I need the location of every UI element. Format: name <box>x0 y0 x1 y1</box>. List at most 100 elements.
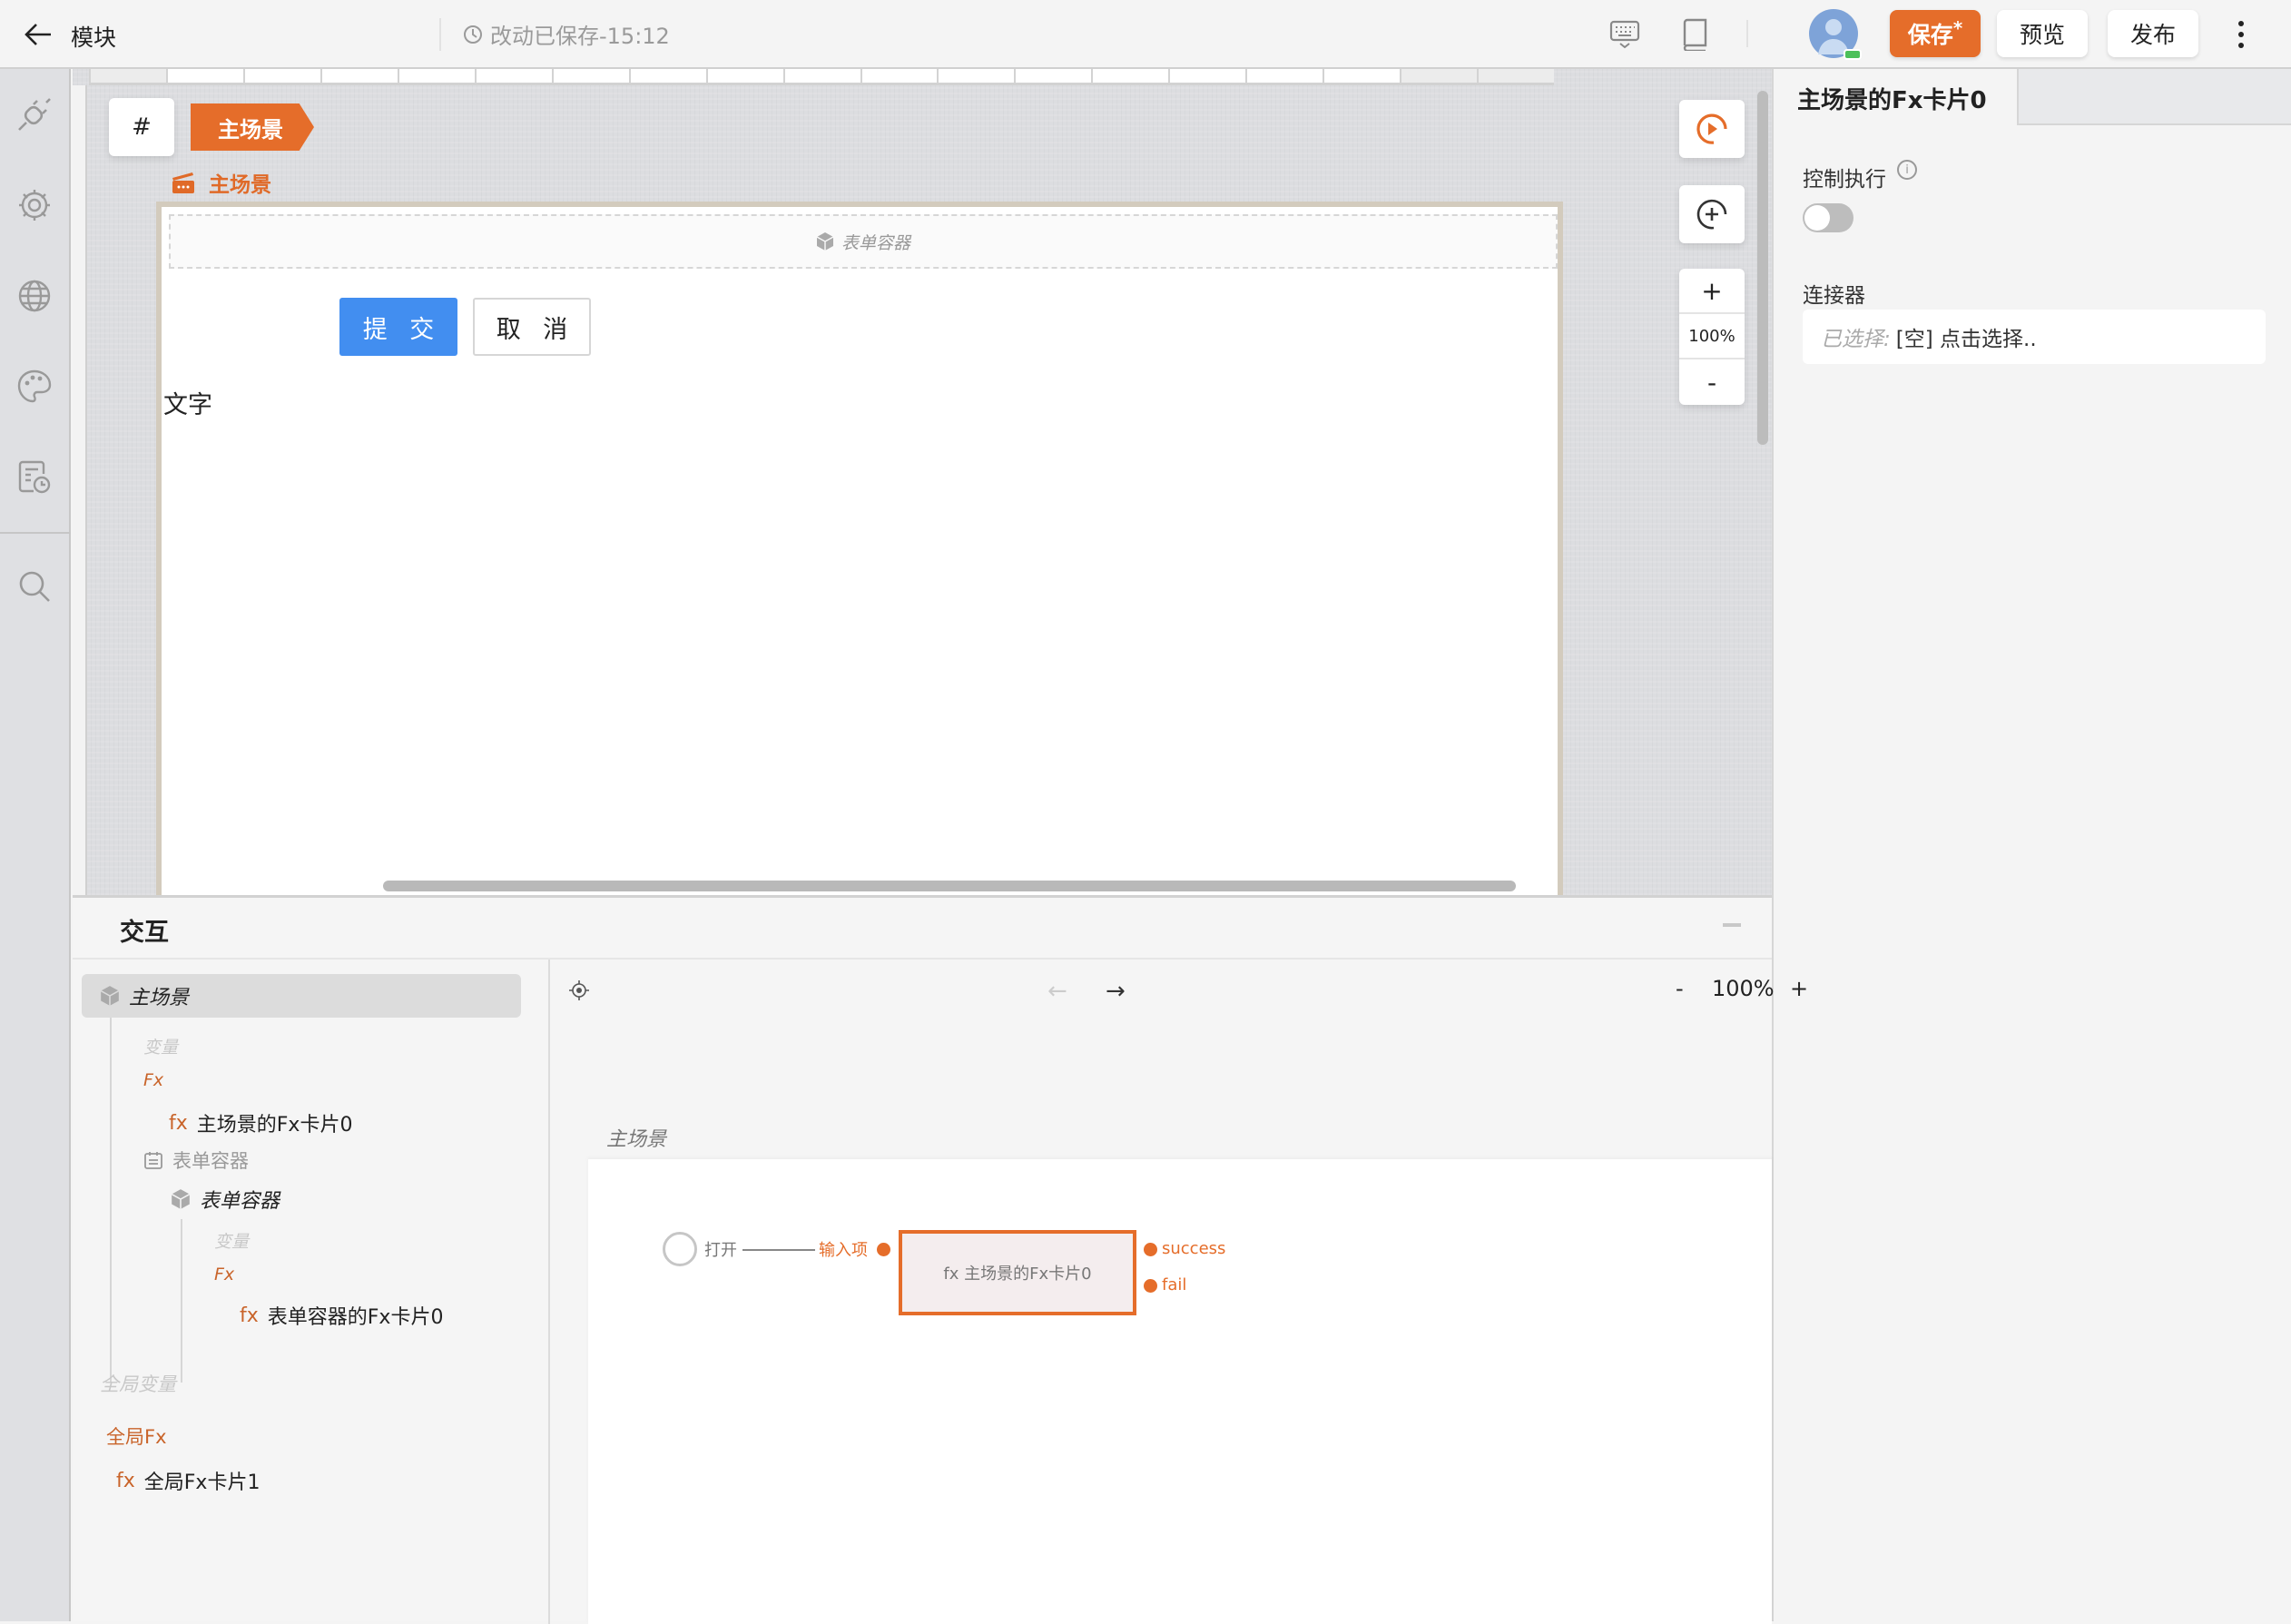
horizontal-ruler <box>89 69 1555 85</box>
publish-button[interactable]: 发布 <box>2108 10 2198 57</box>
clapperboard-icon <box>172 172 194 193</box>
unsaved-indicator: * <box>1952 17 1963 39</box>
save-status-text: 改动已保存-15:12 <box>490 24 670 49</box>
zoom-in-button[interactable]: + <box>1679 269 1745 314</box>
book-icon <box>1683 18 1707 51</box>
tree-item-global-fx-group[interactable]: 全局Fx <box>106 1422 167 1450</box>
connection-line <box>742 1249 815 1251</box>
divider <box>0 532 71 534</box>
palette-icon <box>17 369 52 403</box>
sidebar-item-logs[interactable] <box>13 456 56 499</box>
docs-button[interactable] <box>1676 15 1716 54</box>
submit-button[interactable]: 提 交 <box>339 298 457 356</box>
scene-title-text: 主场景 <box>209 173 271 197</box>
cancel-button[interactable]: 取 消 <box>473 298 591 356</box>
tree-item-variables[interactable]: 变量 <box>214 1228 249 1253</box>
online-status-badge <box>1844 49 1862 60</box>
open-event-label: 打开 <box>704 1241 737 1260</box>
more-vertical-icon <box>2238 21 2244 26</box>
flow-zoom-level: 100% <box>1712 976 1775 1001</box>
locate-button[interactable] <box>568 979 590 1005</box>
tree-item-fx-card[interactable]: fx 主场景的Fx卡片0 <box>169 1108 352 1137</box>
tree-item-variables[interactable]: 变量 <box>143 1034 178 1058</box>
flow-zoom-in-button[interactable]: + <box>1790 976 1808 1001</box>
search-icon <box>19 571 50 602</box>
top-bar: 模块 改动已保存-15:12 保存 * 预览 发布 <box>0 0 2291 69</box>
tree-guide-line <box>110 1201 112 1383</box>
info-icon[interactable]: i <box>1897 160 1917 180</box>
save-button[interactable]: 保存 * <box>1890 10 1981 57</box>
tree-guide-line <box>181 1219 182 1383</box>
save-button-label: 保存 <box>1907 22 1953 48</box>
minimize-panel-button[interactable] <box>1723 923 1741 927</box>
plus-circle-icon <box>1696 199 1727 230</box>
tree-item-main-scene-label: 主场景 <box>100 981 189 1010</box>
zoom-out-button[interactable]: - <box>1679 359 1745 405</box>
sidebar-item-search[interactable] <box>13 565 56 608</box>
plug-icon <box>18 98 51 131</box>
calendar-form-icon <box>144 1152 162 1169</box>
undo-button[interactable]: ← <box>1047 978 1067 1005</box>
back-button[interactable] <box>20 18 56 51</box>
text-widget[interactable]: 文字 <box>163 385 212 420</box>
horizontal-scrollbar[interactable] <box>383 881 1516 891</box>
interaction-panel: 交互 主场景 变量 Fx fx 主场景的Fx卡片0 表单容器 表单容器 变量 F… <box>73 895 1808 1624</box>
cube-icon <box>816 232 834 251</box>
keyboard-icon <box>1609 20 1640 49</box>
toggle-knob <box>1804 205 1830 231</box>
fail-port[interactable] <box>1144 1279 1157 1293</box>
input-port[interactable] <box>877 1243 890 1256</box>
arrow-left-icon <box>25 24 51 45</box>
page-frame: 表单容器 提 交 取 消 文字 <box>156 202 1563 910</box>
control-exec-toggle[interactable] <box>1803 203 1853 232</box>
logic-flow-editor: ← → - 100% + 主场景 打开 输入项 fx 主场景的Fx卡片0 suc… <box>552 960 1808 1624</box>
tree-item-fx-group[interactable]: Fx <box>143 1070 163 1090</box>
fx-icon: fx <box>240 1304 259 1327</box>
redo-button[interactable]: → <box>1106 978 1126 1005</box>
tree-item-fx-card[interactable]: fx 表单容器的Fx卡片0 <box>240 1301 443 1330</box>
canvas-zoom-control: + 100% - <box>1679 269 1745 405</box>
tree-item-form-container[interactable]: 表单容器 <box>171 1185 280 1214</box>
keyboard-button[interactable] <box>1605 15 1645 54</box>
connector-select[interactable]: 已选择: [空] 点击选择.. <box>1803 310 2266 364</box>
save-status: 改动已保存-15:12 <box>463 18 670 50</box>
scene-tab-main[interactable]: 主场景 <box>191 103 314 151</box>
vertical-scrollbar[interactable] <box>1757 91 1768 445</box>
sidebar-item-plugins[interactable] <box>13 93 56 136</box>
sidebar-item-i18n[interactable] <box>13 274 56 318</box>
properties-tab[interactable]: 主场景的Fx卡片0 <box>1774 69 2017 127</box>
interaction-tree: 主场景 变量 Fx fx 主场景的Fx卡片0 表单容器 表单容器 变量 Fx f… <box>73 960 550 1624</box>
open-event-node[interactable] <box>663 1232 697 1266</box>
fx-card-node[interactable]: fx 主场景的Fx卡片0 <box>899 1230 1136 1315</box>
flow-zoom-out-button[interactable]: - <box>1676 976 1684 1001</box>
clock-icon <box>464 25 482 44</box>
form-container-header[interactable]: 表单容器 <box>169 214 1558 269</box>
more-menu-button[interactable] <box>2227 16 2255 53</box>
success-port[interactable] <box>1144 1243 1157 1256</box>
sidebar-item-settings[interactable] <box>13 183 56 227</box>
tree-item-global-variables[interactable]: 全局变量 <box>100 1370 176 1397</box>
success-port-label: success <box>1162 1239 1226 1258</box>
left-sidebar <box>0 69 71 1621</box>
hash-button[interactable]: # <box>109 98 174 156</box>
add-component-button[interactable] <box>1679 185 1745 243</box>
tree-item-global-fx-card[interactable]: fx 全局Fx卡片1 <box>116 1466 260 1495</box>
flow-canvas[interactable]: 打开 输入项 fx 主场景的Fx卡片0 success fail <box>588 1159 1772 1624</box>
tree-item-fx-group[interactable]: Fx <box>214 1265 234 1284</box>
scene-title[interactable]: 主场景 <box>171 167 271 198</box>
connector-label: 连接器 <box>1803 284 1865 308</box>
tab-bar-fill <box>2017 69 2291 125</box>
flow-scene-label: 主场景 <box>606 1128 667 1151</box>
user-avatar[interactable] <box>1809 9 1862 60</box>
control-exec-label: 控制执行 <box>1803 168 1886 192</box>
fx-icon: fx <box>169 1111 188 1135</box>
properties-panel: 主场景的Fx卡片0 控制执行 i 连接器 已选择: [空] 点击选择.. <box>1772 69 2291 1621</box>
run-debug-button[interactable] <box>1679 100 1745 158</box>
tree-item-form-container-group[interactable]: 表单容器 <box>143 1147 249 1174</box>
fx-icon: fx <box>116 1469 135 1492</box>
form-container-label: 表单容器 <box>841 232 910 253</box>
connector-prefix: 已选择: <box>1821 328 1891 351</box>
sidebar-item-theme[interactable] <box>13 365 56 408</box>
preview-button[interactable]: 预览 <box>1997 10 2088 57</box>
input-port-label: 输入项 <box>819 1241 868 1260</box>
